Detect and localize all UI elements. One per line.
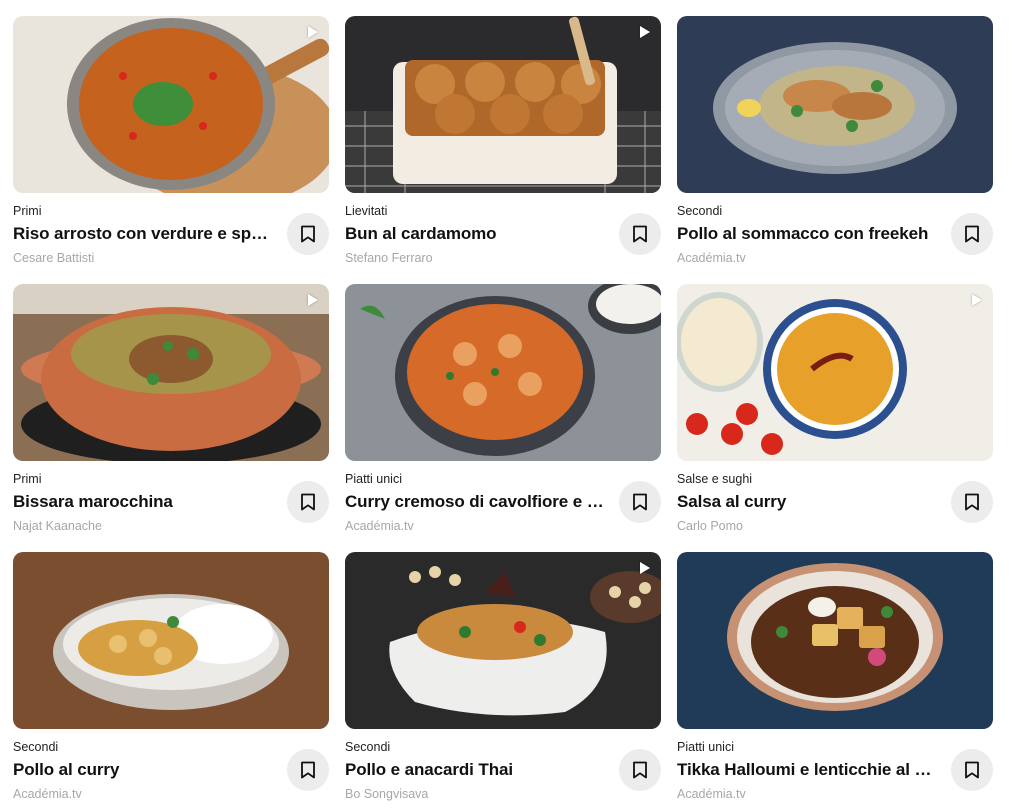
bookmark-button[interactable] — [619, 213, 661, 255]
bookmark-icon — [633, 493, 647, 511]
bookmark-icon — [965, 493, 979, 511]
recipe-grid: Primi Riso arrosto con verdure e spezie … — [0, 0, 1024, 811]
bookmark-button[interactable] — [287, 481, 329, 523]
bread-buns-icon — [345, 16, 661, 193]
play-icon — [640, 562, 650, 574]
recipe-title[interactable]: Bissara marocchina — [13, 492, 275, 512]
bookmark-icon — [633, 761, 647, 779]
bookmark-icon — [965, 761, 979, 779]
recipe-image[interactable] — [345, 16, 661, 193]
recipe-category: Secondi — [13, 740, 59, 754]
recipe-author[interactable]: Bo Songvisava — [345, 787, 428, 801]
play-icon — [972, 294, 982, 306]
recipe-title[interactable]: Pollo e anacardi Thai — [345, 760, 607, 780]
recipe-image[interactable] — [677, 16, 993, 193]
recipe-image[interactable] — [677, 552, 993, 729]
recipe-category: Primi — [13, 472, 42, 486]
recipe-category: Piatti unici — [677, 740, 734, 754]
bookmark-button[interactable] — [619, 481, 661, 523]
recipe-category: Salse e sughi — [677, 472, 753, 486]
chicken-curry-rice-icon — [13, 552, 329, 729]
recipe-category: Secondi — [345, 740, 391, 754]
play-icon — [308, 26, 318, 38]
curry-sauce-icon — [677, 284, 993, 461]
play-icon — [308, 294, 318, 306]
recipe-card[interactable]: Lievitati Bun al cardamomo Stefano Ferra… — [345, 16, 661, 265]
recipe-category: Piatti unici — [345, 472, 402, 486]
bookmark-button[interactable] — [951, 481, 993, 523]
rice-pot-icon — [13, 16, 329, 193]
bookmark-button[interactable] — [951, 749, 993, 791]
bookmark-button[interactable] — [287, 213, 329, 255]
cashew-chicken-icon — [345, 552, 661, 729]
recipe-category: Secondi — [677, 204, 723, 218]
recipe-title[interactable]: Tikka Halloumi e lenticchie al cu… — [677, 760, 939, 780]
recipe-card[interactable]: Piatti unici Tikka Halloumi e lenticchie… — [677, 552, 993, 801]
clay-pot-soup-icon — [13, 284, 329, 461]
recipe-card[interactable]: Primi Bissara marocchina Najat Kaanache — [13, 284, 329, 533]
recipe-author[interactable]: Cesare Battisti — [13, 251, 94, 265]
bookmark-button[interactable] — [287, 749, 329, 791]
cauliflower-curry-icon — [345, 284, 661, 461]
recipe-author[interactable]: Académia.tv — [345, 519, 414, 533]
bookmark-button[interactable] — [951, 213, 993, 255]
recipe-author[interactable]: Stefano Ferraro — [345, 251, 433, 265]
recipe-category: Primi — [13, 204, 42, 218]
recipe-card[interactable]: Secondi Pollo al curry Académia.tv — [13, 552, 329, 801]
recipe-title[interactable]: Riso arrosto con verdure e spezie — [13, 224, 275, 244]
recipe-card[interactable]: Secondi Pollo al sommacco con freekeh Ac… — [677, 16, 993, 265]
recipe-title[interactable]: Salsa al curry — [677, 492, 939, 512]
recipe-title[interactable]: Curry cremoso di cavolfiore e hal… — [345, 492, 607, 512]
recipe-title[interactable]: Bun al cardamomo — [345, 224, 607, 244]
recipe-author[interactable]: Académia.tv — [677, 787, 746, 801]
bookmark-icon — [965, 225, 979, 243]
recipe-image[interactable] — [13, 16, 329, 193]
recipe-title[interactable]: Pollo al curry — [13, 760, 275, 780]
bookmark-icon — [301, 761, 315, 779]
recipe-author[interactable]: Najat Kaanache — [13, 519, 102, 533]
recipe-image[interactable] — [345, 552, 661, 729]
recipe-image[interactable] — [677, 284, 993, 461]
bookmark-icon — [633, 225, 647, 243]
recipe-card[interactable]: Piatti unici Curry cremoso di cavolfiore… — [345, 284, 661, 533]
bookmark-icon — [301, 225, 315, 243]
recipe-image[interactable] — [13, 284, 329, 461]
recipe-image[interactable] — [13, 552, 329, 729]
chicken-plate-icon — [677, 16, 993, 193]
play-icon — [640, 26, 650, 38]
bookmark-button[interactable] — [619, 749, 661, 791]
halloumi-lentils-icon — [677, 552, 993, 729]
recipe-title[interactable]: Pollo al sommacco con freekeh — [677, 224, 939, 244]
recipe-author[interactable]: Académia.tv — [13, 787, 82, 801]
recipe-image[interactable] — [345, 284, 661, 461]
bookmark-icon — [301, 493, 315, 511]
recipe-card[interactable]: Secondi Pollo e anacardi Thai Bo Songvis… — [345, 552, 661, 801]
recipe-card[interactable]: Primi Riso arrosto con verdure e spezie … — [13, 16, 329, 265]
recipe-author[interactable]: Académia.tv — [677, 251, 746, 265]
recipe-card[interactable]: Salse e sughi Salsa al curry Carlo Pomo — [677, 284, 993, 533]
recipe-author[interactable]: Carlo Pomo — [677, 519, 743, 533]
recipe-category: Lievitati — [345, 204, 388, 218]
